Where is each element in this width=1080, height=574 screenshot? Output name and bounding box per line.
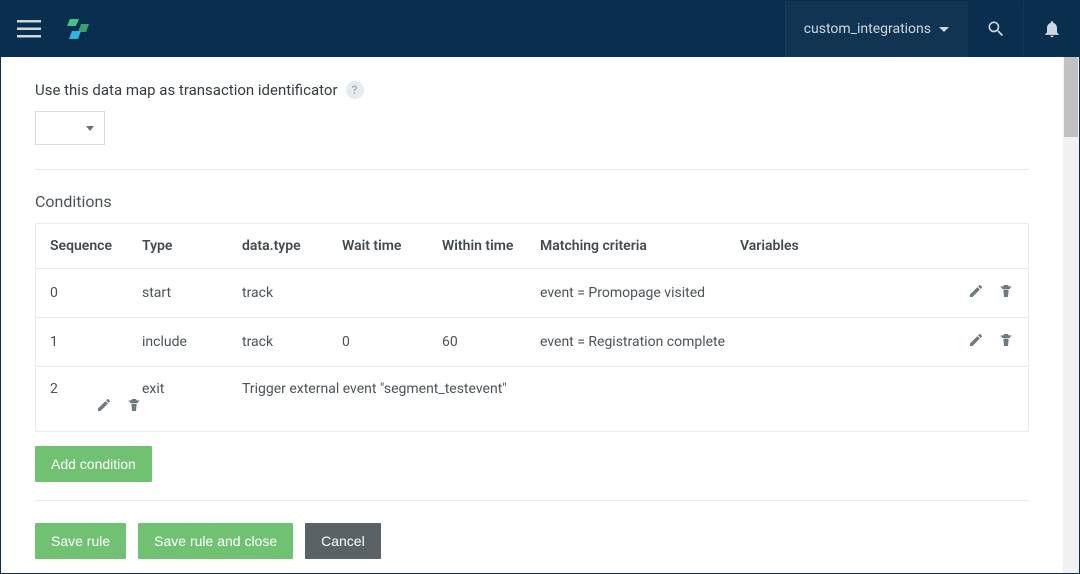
- transaction-label-text: Use this data map as transaction identif…: [35, 81, 338, 99]
- delete-icon[interactable]: [126, 397, 142, 417]
- scrollbar-thumb[interactable]: [1064, 57, 1078, 137]
- col-within: Within time: [442, 238, 540, 254]
- col-datatype: data.type: [242, 238, 342, 254]
- top-bar: custom_integrations: [1, 1, 1079, 57]
- cell-type: exit: [142, 381, 242, 397]
- edit-icon[interactable]: [96, 397, 112, 417]
- col-type: Type: [142, 238, 242, 254]
- hamburger-icon: [17, 20, 41, 38]
- search-button[interactable]: [967, 1, 1023, 57]
- table-row: 2exitTrigger external event "segment_tes…: [36, 366, 1028, 431]
- search-icon: [986, 19, 1006, 39]
- divider: [35, 169, 1029, 170]
- content-area: Use this data map as transaction identif…: [1, 57, 1063, 573]
- hamburger-menu[interactable]: [1, 1, 57, 57]
- cell-type: start: [142, 285, 242, 301]
- col-matching: Matching criteria: [540, 238, 740, 254]
- app-logo: [67, 17, 89, 41]
- cell-wait: 0: [342, 334, 442, 350]
- col-variables: Variables: [740, 238, 910, 254]
- cell-matching: event = Promopage visited: [540, 285, 740, 301]
- caret-down-icon: [939, 27, 949, 32]
- chevron-down-icon: [86, 126, 94, 131]
- col-wait: Wait time: [342, 238, 442, 254]
- save-rule-close-button[interactable]: Save rule and close: [138, 523, 293, 559]
- conditions-table: Sequence Type data.type Wait time Within…: [35, 223, 1029, 432]
- save-rule-button[interactable]: Save rule: [35, 523, 126, 559]
- form-card: Use this data map as transaction identif…: [17, 57, 1047, 573]
- bell-icon: [1042, 19, 1062, 39]
- cell-datatype: track: [242, 285, 342, 301]
- notifications-button[interactable]: [1023, 1, 1079, 57]
- add-condition-button[interactable]: Add condition: [35, 446, 152, 482]
- cell-sequence: 0: [50, 285, 142, 301]
- table-header: Sequence Type data.type Wait time Within…: [36, 224, 1028, 269]
- cell-sequence: 1: [50, 334, 142, 350]
- table-row: 1includetrack060event = Registration com…: [36, 317, 1028, 366]
- col-sequence: Sequence: [50, 238, 142, 254]
- table-row: 0starttrack event = Promopage visited: [36, 269, 1028, 317]
- account-name: custom_integrations: [804, 21, 931, 37]
- cancel-button[interactable]: Cancel: [305, 523, 381, 559]
- cell-type: include: [142, 334, 242, 350]
- edit-icon[interactable]: [968, 283, 984, 303]
- edit-icon[interactable]: [968, 332, 984, 352]
- cell-full: Trigger external event "segment_testeven…: [242, 381, 1014, 397]
- scrollbar-track[interactable]: [1063, 57, 1079, 573]
- conditions-title: Conditions: [35, 192, 1029, 211]
- cell-matching: event = Registration complete: [540, 334, 740, 350]
- help-icon[interactable]: ?: [346, 81, 364, 99]
- delete-icon[interactable]: [998, 283, 1014, 303]
- delete-icon[interactable]: [998, 332, 1014, 352]
- cell-datatype: track: [242, 334, 342, 350]
- transaction-identificator-select[interactable]: [35, 111, 105, 145]
- footer-buttons: Save rule Save rule and close Cancel: [35, 523, 1029, 559]
- divider: [35, 500, 1029, 501]
- transaction-identificator-label: Use this data map as transaction identif…: [35, 81, 1029, 99]
- cell-within: 60: [442, 334, 540, 350]
- logo-icon: [67, 17, 89, 41]
- cell-sequence: 2: [50, 381, 142, 397]
- account-selector[interactable]: custom_integrations: [785, 1, 967, 57]
